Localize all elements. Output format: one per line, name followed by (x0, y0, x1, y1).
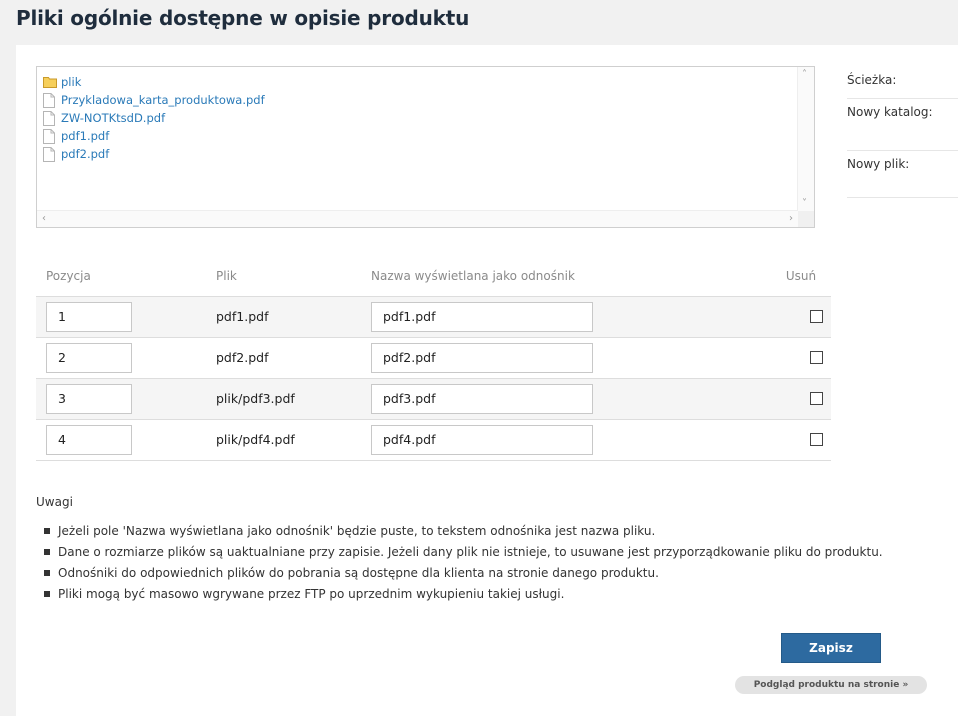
delete-cell (771, 337, 831, 378)
display-name-cell (371, 419, 771, 460)
file-cell: pdf2.pdf (216, 350, 269, 365)
note-text: Odnośniki do odpowiednich plików do pobr… (58, 565, 659, 580)
file-browser-item-pdf1[interactable]: pdf1.pdf (43, 127, 814, 145)
document-icon (43, 111, 56, 126)
side-form: Ścieżka: Nowy katalog: Nowy plik: (847, 73, 958, 198)
bullet-icon (44, 548, 50, 555)
document-icon (43, 93, 56, 108)
table-row: plik/pdf4.pdf (36, 419, 831, 460)
position-cell (36, 296, 216, 337)
folder-icon (43, 76, 57, 90)
path-row: Ścieżka: (847, 73, 958, 99)
preview-product-button[interactable]: Podgląd produktu na stronie » (735, 676, 927, 694)
table-row: pdf1.pdf (36, 296, 831, 337)
note-item: Odnośniki do odpowiednich plików do pobr… (44, 562, 883, 583)
delete-cell (771, 296, 831, 337)
content-panel: plik Przykladowa_karta_produktowa.pdf ZW… (16, 45, 958, 716)
position-cell (36, 378, 216, 419)
new-file-row: Nowy plik: (847, 151, 958, 198)
file-browser-item-pdf2[interactable]: pdf2.pdf (43, 145, 814, 163)
note-text: Dane o rozmiarze plików są uaktualniane … (58, 544, 883, 559)
new-file-label: Nowy plik: (847, 157, 910, 171)
display-name-cell (371, 296, 771, 337)
column-header-position: Pozycja (46, 268, 91, 283)
new-folder-label: Nowy katalog: (847, 105, 933, 119)
delete-cell (771, 378, 831, 419)
save-button[interactable]: Zapisz (781, 633, 881, 663)
bullet-icon (44, 527, 50, 534)
bullet-icon (44, 590, 50, 597)
position-cell (36, 419, 216, 460)
chevron-up-icon[interactable]: ˄ (802, 70, 807, 80)
display-name-input[interactable] (371, 342, 593, 373)
new-folder-row: Nowy katalog: (847, 99, 958, 151)
document-icon (43, 129, 56, 144)
file-cell: plik/pdf4.pdf (216, 432, 295, 447)
file-browser-item-przykladowa[interactable]: Przykladowa_karta_produktowa.pdf (43, 91, 814, 109)
position-input[interactable] (46, 342, 132, 373)
chevron-right-icon[interactable]: › (789, 214, 793, 224)
scrollbar-corner (798, 211, 814, 227)
position-input[interactable] (46, 301, 132, 332)
path-label: Ścieżka: (847, 73, 897, 87)
note-text: Pliki mogą być masowo wgrywane przez FTP… (58, 586, 565, 601)
column-header-file: Plik (216, 268, 237, 283)
file-browser-item-label: pdf1.pdf (61, 129, 110, 143)
delete-checkbox[interactable] (810, 310, 823, 323)
chevron-left-icon[interactable]: ‹ (42, 214, 46, 224)
chevron-down-icon[interactable]: ˅ (802, 199, 807, 209)
delete-cell (771, 419, 831, 460)
bullet-icon (44, 569, 50, 576)
display-name-input[interactable] (371, 301, 593, 332)
column-header-delete: Usuń (785, 268, 817, 283)
note-text: Jeżeli pole 'Nazwa wyświetlana jako odno… (58, 523, 656, 538)
file-browser-item-label: ZW-NOTKtsdD.pdf (61, 111, 166, 125)
note-item: Dane o rozmiarze plików są uaktualniane … (44, 541, 883, 562)
table-header-row: Pozycja Plik Nazwa wyświetlana jako odno… (36, 256, 831, 296)
file-browser-item-label: plik (61, 75, 82, 89)
position-input[interactable] (46, 424, 132, 455)
display-name-input[interactable] (371, 383, 593, 414)
vertical-scrollbar[interactable]: ˄ ˅ (797, 67, 814, 211)
display-name-input[interactable] (371, 424, 593, 455)
table-row: plik/pdf3.pdf (36, 378, 831, 419)
delete-checkbox[interactable] (810, 351, 823, 364)
file-cell: pdf1.pdf (216, 309, 269, 324)
delete-checkbox[interactable] (810, 433, 823, 446)
table-row: pdf2.pdf (36, 337, 831, 378)
files-table: Pozycja Plik Nazwa wyświetlana jako odno… (36, 256, 831, 461)
column-header-display-name: Nazwa wyświetlana jako odnośnik (371, 268, 575, 283)
note-item: Pliki mogą być masowo wgrywane przez FTP… (44, 583, 883, 604)
display-name-cell (371, 378, 771, 419)
position-cell (36, 337, 216, 378)
position-input[interactable] (46, 383, 132, 414)
file-browser-item-label: Przykladowa_karta_produktowa.pdf (61, 93, 265, 107)
notes-title: Uwagi (36, 495, 73, 509)
document-icon (43, 147, 56, 162)
horizontal-scrollbar[interactable]: ‹ › (37, 210, 798, 227)
file-list: plik Przykladowa_karta_produktowa.pdf ZW… (37, 67, 814, 163)
file-cell: plik/pdf3.pdf (216, 391, 295, 406)
page-title: Pliki ogólnie dostępne w opisie produktu (16, 6, 470, 30)
file-browser: plik Przykladowa_karta_produktowa.pdf ZW… (36, 66, 815, 228)
file-browser-item-plik[interactable]: plik (43, 73, 814, 91)
note-item: Jeżeli pole 'Nazwa wyświetlana jako odno… (44, 520, 883, 541)
notes-list: Jeżeli pole 'Nazwa wyświetlana jako odno… (44, 520, 883, 604)
file-browser-item-zw-notktsdd[interactable]: ZW-NOTKtsdD.pdf (43, 109, 814, 127)
file-browser-item-label: pdf2.pdf (61, 147, 110, 161)
delete-checkbox[interactable] (810, 392, 823, 405)
display-name-cell (371, 337, 771, 378)
